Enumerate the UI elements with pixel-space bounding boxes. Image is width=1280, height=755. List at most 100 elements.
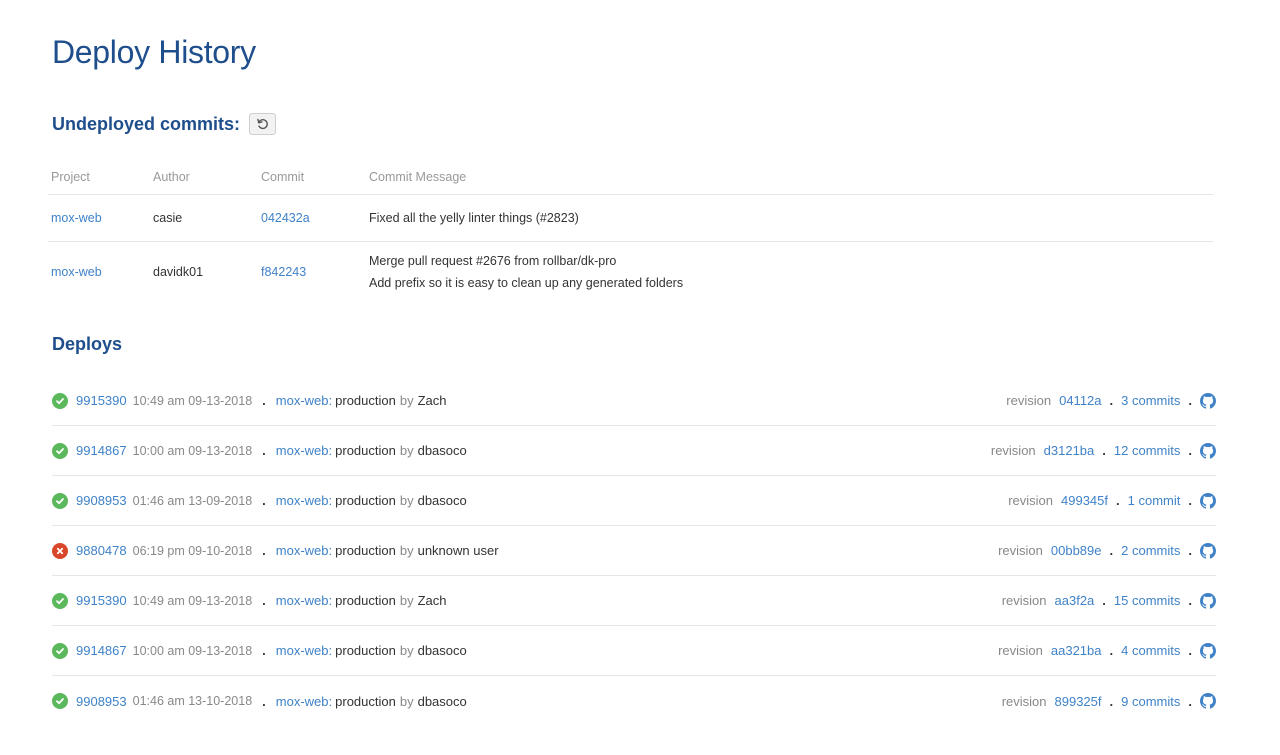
- github-icon[interactable]: [1200, 492, 1216, 509]
- deploy-id-link[interactable]: 9880478: [76, 543, 127, 558]
- separator-dot: .: [262, 493, 266, 508]
- check-circle-icon: [52, 442, 68, 459]
- deploy-time: 06:19 pm 09-10-2018: [132, 543, 253, 558]
- separator-dot: .: [1188, 643, 1192, 658]
- deploy-project-link[interactable]: mox-web:: [276, 643, 332, 658]
- github-icon[interactable]: [1200, 392, 1216, 409]
- deploy-environment: production: [335, 493, 396, 508]
- deploy-row: 9908953 01:46 am 13-09-2018 . mox-web: p…: [52, 476, 1216, 526]
- by-label: by: [399, 393, 414, 408]
- table-header-row: Project Author Commit Commit Message: [48, 160, 1213, 195]
- separator-dot: .: [1109, 393, 1114, 408]
- by-label: by: [399, 593, 414, 608]
- separator-dot: .: [1102, 443, 1106, 458]
- github-icon[interactable]: [1200, 693, 1216, 709]
- revision-label: revision: [998, 543, 1043, 558]
- separator-dot: .: [262, 693, 266, 709]
- commits-link[interactable]: 9 commits: [1121, 694, 1180, 709]
- by-label: by: [399, 443, 414, 458]
- separator-dot: .: [262, 643, 266, 658]
- separator-dot: .: [1116, 493, 1120, 508]
- check-circle-icon: [52, 492, 68, 509]
- github-icon[interactable]: [1200, 542, 1216, 559]
- commit-message: Fixed all the yelly linter things (#2823…: [369, 211, 579, 225]
- deploy-project-link[interactable]: mox-web:: [276, 443, 332, 458]
- deploy-id-link[interactable]: 9914867: [76, 443, 127, 458]
- deploy-user: Zach: [417, 393, 447, 408]
- deploy-environment: production: [335, 643, 396, 658]
- deploy-id-link[interactable]: 9915390: [76, 593, 127, 608]
- deploy-user: dbasoco: [417, 643, 467, 658]
- separator-dot: .: [1188, 543, 1192, 558]
- deploy-row: 9908953 01:46 am 13-10-2018 . mox-web: p…: [52, 676, 1216, 726]
- commits-link[interactable]: 12 commits: [1114, 443, 1180, 458]
- separator-dot: .: [1102, 593, 1106, 608]
- deploy-project-link[interactable]: mox-web:: [276, 493, 332, 508]
- deploy-time: 10:00 am 09-13-2018: [132, 443, 253, 458]
- project-link[interactable]: mox-web: [51, 211, 102, 225]
- commits-link[interactable]: 3 commits: [1121, 393, 1180, 408]
- revision-label: revision: [1001, 693, 1047, 709]
- commits-link[interactable]: 2 commits: [1121, 543, 1180, 558]
- commits-link[interactable]: 4 commits: [1121, 643, 1180, 658]
- separator-dot: .: [1109, 643, 1114, 658]
- refresh-icon: [256, 118, 268, 130]
- deploy-id-link[interactable]: 9915390: [76, 393, 127, 408]
- table-row: mox-web davidk01 f842243 Merge pull requ…: [48, 242, 1213, 302]
- project-link[interactable]: mox-web: [51, 265, 102, 279]
- undeployed-commits-table: Project Author Commit Commit Message mox…: [48, 160, 1213, 302]
- header-commit: Commit: [261, 170, 305, 184]
- check-circle-icon: [52, 392, 68, 409]
- by-label: by: [399, 493, 414, 508]
- separator-dot: .: [1188, 593, 1192, 608]
- deploy-project-link[interactable]: mox-web:: [276, 543, 332, 558]
- revision-link[interactable]: aa3f2a: [1055, 593, 1095, 608]
- deploy-environment: production: [335, 543, 396, 558]
- revision-label: revision: [990, 443, 1036, 458]
- separator-dot: .: [1188, 693, 1192, 709]
- separator-dot: .: [262, 443, 266, 458]
- separator-dot: .: [1188, 393, 1192, 408]
- deploy-time: 01:46 am 13-10-2018: [132, 694, 253, 708]
- revision-link[interactable]: 04112a: [1059, 393, 1101, 408]
- deploy-id-link[interactable]: 9908953: [76, 493, 127, 508]
- revision-label: revision: [1008, 493, 1054, 508]
- deploy-project-link[interactable]: mox-web:: [276, 593, 332, 608]
- deploy-id-link[interactable]: 9914867: [76, 643, 127, 658]
- separator-dot: .: [262, 593, 266, 608]
- revision-link[interactable]: d3121ba: [1044, 443, 1095, 458]
- revision-link[interactable]: 499345f: [1061, 493, 1108, 508]
- by-label: by: [399, 693, 414, 709]
- refresh-button[interactable]: [249, 113, 277, 135]
- deploy-environment: production: [335, 693, 396, 709]
- deploy-row: 9914867 10:00 am 09-13-2018 . mox-web: p…: [52, 626, 1216, 676]
- deploy-user: dbasoco: [417, 493, 467, 508]
- revision-link[interactable]: 899325f: [1055, 694, 1102, 709]
- revision-link[interactable]: 00bb89e: [1051, 543, 1102, 558]
- deploy-project-link[interactable]: mox-web:: [276, 393, 332, 408]
- revision-label: revision: [998, 643, 1043, 658]
- commit-link[interactable]: f842243: [261, 265, 306, 279]
- commit-link[interactable]: 042432a: [261, 211, 310, 225]
- page-title: Deploy History: [52, 34, 256, 70]
- deploy-time: 10:49 am 09-13-2018: [132, 393, 253, 408]
- revision-link[interactable]: aa321ba: [1051, 643, 1102, 658]
- deploy-project-link[interactable]: mox-web:: [276, 694, 332, 709]
- x-circle-icon: [52, 542, 68, 559]
- author: casie: [153, 211, 183, 225]
- deploy-row: 9915390 10:49 am 09-13-2018 . mox-web: p…: [52, 576, 1216, 626]
- github-icon[interactable]: [1200, 592, 1216, 609]
- github-icon[interactable]: [1200, 642, 1216, 659]
- undeployed-commits-heading: Undeployed commits:: [52, 113, 277, 135]
- deploy-row: 9914867 10:00 am 09-13-2018 . mox-web: p…: [52, 426, 1216, 476]
- commit-message-body: Add prefix so it is easy to clean up any…: [369, 276, 684, 290]
- by-label: by: [399, 643, 414, 658]
- github-icon[interactable]: [1200, 442, 1216, 459]
- deploys-heading: Deploys: [52, 334, 123, 354]
- separator-dot: .: [1188, 443, 1192, 458]
- deploy-id-link[interactable]: 9908953: [76, 694, 127, 709]
- commits-link[interactable]: 15 commits: [1114, 593, 1180, 608]
- header-project: Project: [51, 170, 90, 184]
- commits-link[interactable]: 1 commit: [1128, 493, 1181, 508]
- check-circle-icon: [52, 642, 68, 659]
